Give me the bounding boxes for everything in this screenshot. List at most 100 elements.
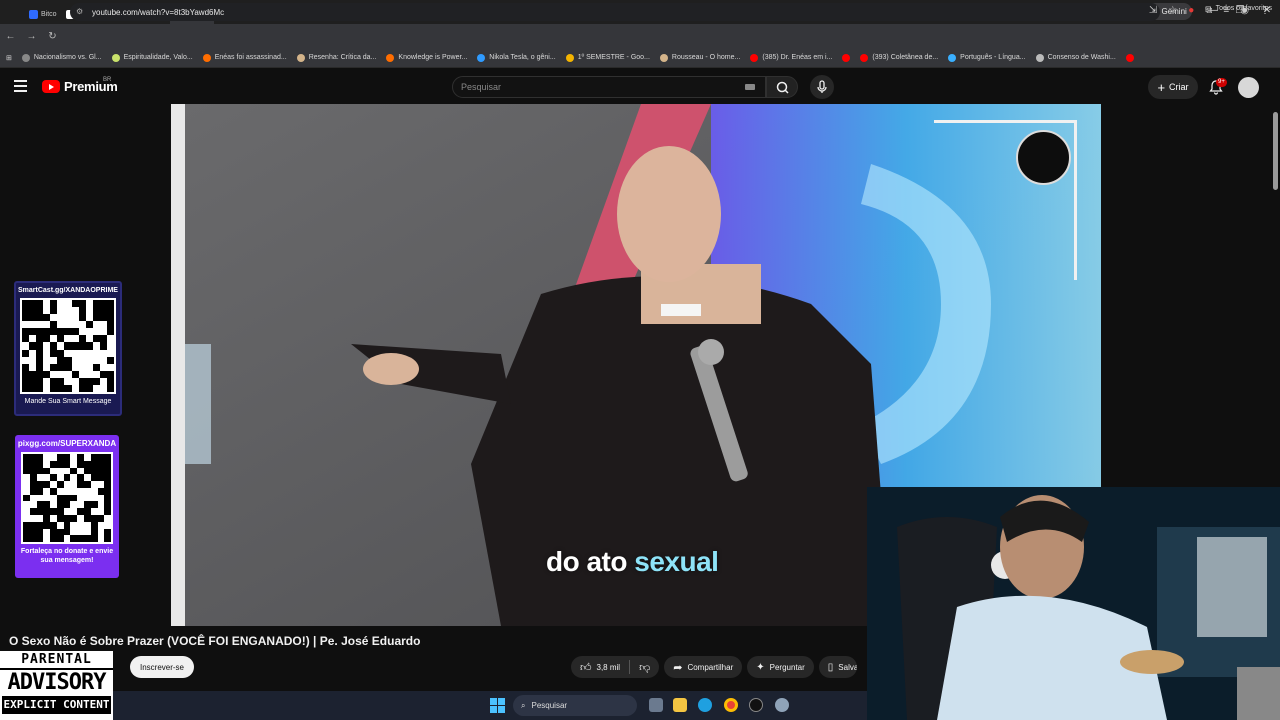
share-button[interactable]: ➦ Compartilhar: [664, 656, 743, 678]
qr-module: [92, 314, 100, 322]
qr-module: [56, 508, 64, 516]
bookmark-favicon-icon: [842, 53, 851, 62]
qr-module: [43, 363, 51, 371]
bookmark-item[interactable]: 1º SEMESTRE - Goo...: [565, 53, 650, 62]
like-button[interactable]: 👍︎ 3,8 mil 👎︎: [571, 656, 660, 678]
qr-module: [97, 494, 105, 502]
qr-module: [36, 467, 44, 475]
bookmark-item[interactable]: Resenha: Crítica da...: [296, 53, 376, 62]
qr-module: [56, 494, 64, 502]
qr-module: [43, 487, 51, 495]
save-button[interactable]: ▯ Salva: [818, 656, 857, 678]
bookmark-item[interactable]: Nikola Tesla, o gêni...: [477, 53, 556, 62]
task-view-icon[interactable]: [649, 698, 663, 712]
install-icon[interactable]: ⇲: [1149, 5, 1157, 16]
apps-icon[interactable]: ⊞: [6, 54, 12, 62]
browser-tab[interactable]: Bitco: [22, 4, 59, 24]
menu-icon[interactable]: [14, 80, 27, 92]
qr-module: [77, 481, 85, 488]
qr-module: [70, 521, 78, 529]
voice-search-button[interactable]: [810, 75, 834, 99]
page-scrollbar-thumb[interactable]: [1273, 112, 1278, 190]
url-field[interactable]: ⚙ youtube.com/watch?v=8t3bYawd6Mc: [70, 3, 1160, 21]
all-favorites-folder[interactable]: ▭ Todos os favoritos: [1205, 4, 1272, 13]
qr-module: [99, 349, 107, 357]
bookmark-star-icon[interactable]: ☆: [1168, 5, 1177, 16]
bookmark-item[interactable]: [1125, 53, 1134, 62]
qr-module: [50, 307, 58, 315]
smartcast-overlay: SmartCast.gg/XANDAOPRIME Mande Sua Smart…: [14, 281, 122, 416]
qr-module: [85, 384, 93, 393]
keyboard-icon[interactable]: [745, 84, 755, 90]
qr-module: [29, 460, 37, 468]
windows-start-icon[interactable]: [490, 698, 505, 713]
taskbar-search[interactable]: ⌕ Pesquisar: [513, 695, 637, 716]
qr-module: [22, 307, 30, 315]
qr-module: [43, 377, 51, 385]
qr-module: [106, 314, 115, 322]
qr-module: [29, 307, 37, 315]
back-button[interactable]: ←: [0, 31, 21, 42]
extension-red-icon[interactable]: ●: [1188, 5, 1194, 16]
qr-module: [36, 300, 44, 308]
chrome-icon[interactable]: [724, 698, 738, 712]
obs-icon[interactable]: [749, 698, 763, 712]
edge-icon[interactable]: [698, 698, 712, 712]
qr-module: [57, 349, 65, 357]
thumbs-down-icon[interactable]: 👎︎: [639, 661, 650, 674]
qr-module: [70, 481, 78, 488]
bookmark-item[interactable]: (393) Coletânea de...: [860, 53, 938, 62]
bookmark-favicon-icon: [386, 53, 395, 62]
qr-module: [29, 370, 37, 378]
qr-module: [36, 508, 44, 516]
bookmark-item[interactable]: Espiritualidade, Valo...: [111, 53, 193, 62]
qr-module: [99, 307, 107, 315]
bookmark-item[interactable]: Enéas foi assassinad...: [202, 53, 287, 62]
account-avatar[interactable]: [1238, 77, 1259, 98]
settings-icon[interactable]: [775, 698, 789, 712]
reload-button[interactable]: ↻: [42, 31, 63, 42]
qr-module: [99, 356, 107, 364]
forward-button[interactable]: →: [21, 31, 42, 42]
qr-module: [90, 467, 98, 475]
qr-module: [106, 370, 115, 378]
qr-module: [56, 535, 64, 543]
bookmark-item[interactable]: Nacionalismo vs. Gl...: [21, 53, 102, 62]
qr-module: [90, 521, 98, 529]
bookmark-item[interactable]: (385) Dr. Enéas em i...: [750, 53, 832, 62]
qr-module: [92, 356, 100, 364]
qr-module: [104, 528, 112, 536]
search-input[interactable]: Pesquisar: [452, 76, 766, 98]
notification-badge: 9+: [1216, 78, 1227, 87]
qr-module: [57, 342, 65, 350]
ask-button[interactable]: ✦ Perguntar: [747, 656, 814, 678]
bookmark-item[interactable]: Rousseau - O home...: [659, 53, 740, 62]
qr-module: [56, 467, 64, 475]
qr-module: [70, 467, 78, 475]
qr-module: [104, 508, 112, 516]
qr-module: [106, 349, 115, 357]
bookmark-item[interactable]: Consenso de Washi...: [1035, 53, 1116, 62]
qr-module: [85, 356, 93, 364]
qr-module: [36, 460, 44, 468]
qr-module: [43, 501, 51, 509]
qr-module: [77, 454, 85, 461]
qr-module: [57, 363, 65, 371]
search-button[interactable]: [766, 76, 798, 98]
create-button[interactable]: + Criar: [1148, 75, 1198, 99]
bookmark-item[interactable]: [842, 53, 851, 62]
qr-module: [77, 521, 85, 529]
qr-module: [43, 307, 51, 315]
qr-module: [50, 356, 58, 364]
qr-module: [29, 328, 37, 336]
qr-module: [50, 377, 58, 385]
file-explorer-icon[interactable]: [673, 698, 687, 712]
qr-module: [84, 481, 91, 488]
site-info-icon[interactable]: ⚙: [76, 7, 83, 16]
bookmark-item[interactable]: Português - Língua...: [948, 53, 1026, 62]
bookmark-item[interactable]: Knowledge is Power...: [386, 53, 467, 62]
qr-module: [92, 300, 100, 308]
qr-module: [22, 300, 30, 308]
qr-module: [43, 515, 51, 522]
subscribe-button[interactable]: Inscrever-se: [130, 656, 194, 678]
